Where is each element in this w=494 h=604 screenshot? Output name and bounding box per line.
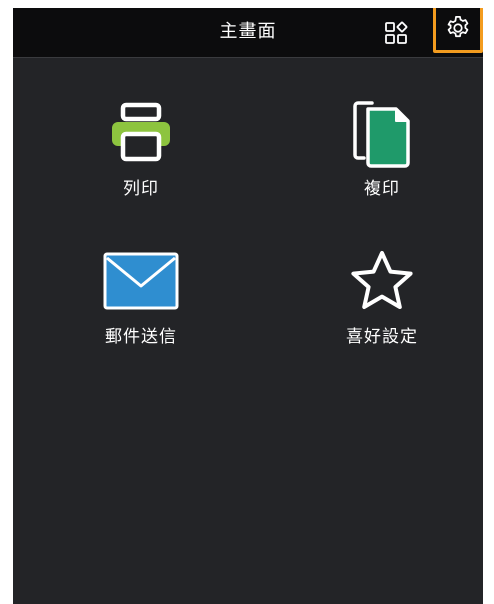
gear-icon (447, 16, 469, 38)
email-send-tile[interactable]: 郵件送信 (66, 246, 216, 348)
favorites-tile[interactable]: 喜好設定 (307, 246, 457, 348)
copy-tile[interactable]: 複印 (307, 98, 457, 200)
email-send-label: 郵件送信 (105, 327, 177, 347)
print-label: 列印 (123, 179, 159, 199)
copy-icon (353, 101, 410, 168)
settings-button[interactable] (433, 8, 483, 53)
page-title: 主畫面 (219, 21, 277, 42)
home-screen: 主畫面 列印 複印 郵件送信 喜好設定 (13, 8, 483, 604)
print-tile[interactable]: 列印 (66, 98, 216, 200)
top-bar: 主畫面 (13, 8, 483, 58)
copy-label: 複印 (364, 179, 400, 199)
printer-icon (112, 102, 170, 162)
star-icon (351, 251, 413, 309)
mail-icon (103, 252, 179, 310)
apps-grid-icon (385, 21, 408, 44)
favorites-label: 喜好設定 (346, 327, 418, 347)
apps-button[interactable] (382, 19, 410, 47)
